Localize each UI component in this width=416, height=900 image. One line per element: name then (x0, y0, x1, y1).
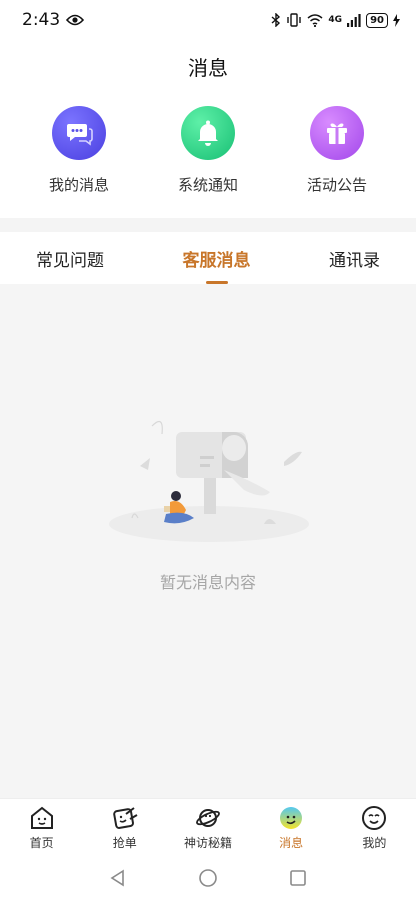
tab-label: 客服消息 (182, 250, 251, 271)
category-system-notice[interactable]: 系统通知 (159, 106, 257, 195)
home-circle-icon[interactable] (198, 868, 218, 888)
nav-label: 神访秘籍 (183, 835, 232, 850)
profile-face-icon (362, 805, 387, 830)
nav-label: 消息 (279, 835, 304, 850)
signal-icon (347, 13, 361, 27)
tab-bar: 常见问题 客服消息 通讯录 (0, 232, 416, 284)
category-label: 我的消息 (48, 176, 109, 194)
battery-indicator: 90 (366, 12, 388, 28)
wifi-icon (307, 13, 323, 27)
category-row: 我的消息 系统通知 活动公告 (0, 106, 416, 195)
nav-label: 首页 (29, 835, 54, 850)
recents-square-icon[interactable] (288, 868, 308, 888)
status-left: 2:43 (22, 10, 85, 30)
network-type: 4G (328, 15, 343, 25)
message-face-icon (280, 806, 303, 829)
nav-grab-order[interactable]: 抢单 (85, 805, 165, 851)
tab-label: 常见问题 (36, 250, 104, 271)
category-label: 活动公告 (306, 176, 367, 194)
empty-state-text: 暂无消息内容 (159, 573, 256, 592)
bluetooth-icon (271, 13, 281, 27)
nav-messages[interactable]: 消息 (251, 805, 331, 851)
bell-icon (181, 106, 235, 160)
status-time: 2:43 (22, 10, 61, 30)
nav-profile[interactable]: 我的 (334, 805, 414, 851)
page-title: 消息 (188, 56, 228, 80)
category-label: 系统通知 (177, 176, 238, 194)
section-divider (0, 218, 416, 232)
tab-label: 通讯录 (329, 250, 380, 271)
planet-icon (196, 808, 220, 827)
status-bar: 2:43 4G 90 (0, 0, 416, 40)
vibrate-icon (287, 13, 302, 27)
tab-contacts[interactable]: 通讯录 (329, 232, 380, 284)
back-icon[interactable] (108, 868, 128, 888)
eye-icon (66, 14, 85, 26)
category-my-messages[interactable]: 我的消息 (30, 106, 128, 195)
chat-bubble-icon (52, 106, 106, 160)
nav-label: 抢单 (112, 835, 137, 850)
tab-customer-service[interactable]: 客服消息 (183, 232, 251, 284)
charging-icon (393, 13, 400, 27)
nav-secrets[interactable]: 神访秘籍 (168, 805, 248, 851)
home-icon (30, 806, 53, 829)
nav-home[interactable]: 首页 (2, 805, 82, 851)
grab-order-icon (113, 806, 138, 829)
nav-label: 我的 (362, 835, 387, 850)
empty-mailbox-illustration (109, 420, 309, 542)
status-right: 4G 90 (271, 12, 400, 28)
bottom-nav: 首页 抢单 神访秘籍 消息 我的 (0, 798, 416, 856)
system-nav-bar (0, 856, 416, 900)
category-activity[interactable]: 活动公告 (288, 106, 386, 195)
gift-icon (310, 106, 364, 160)
tab-faq[interactable]: 常见问题 (36, 232, 104, 284)
message-list-area: 暂无消息内容 (0, 284, 416, 798)
